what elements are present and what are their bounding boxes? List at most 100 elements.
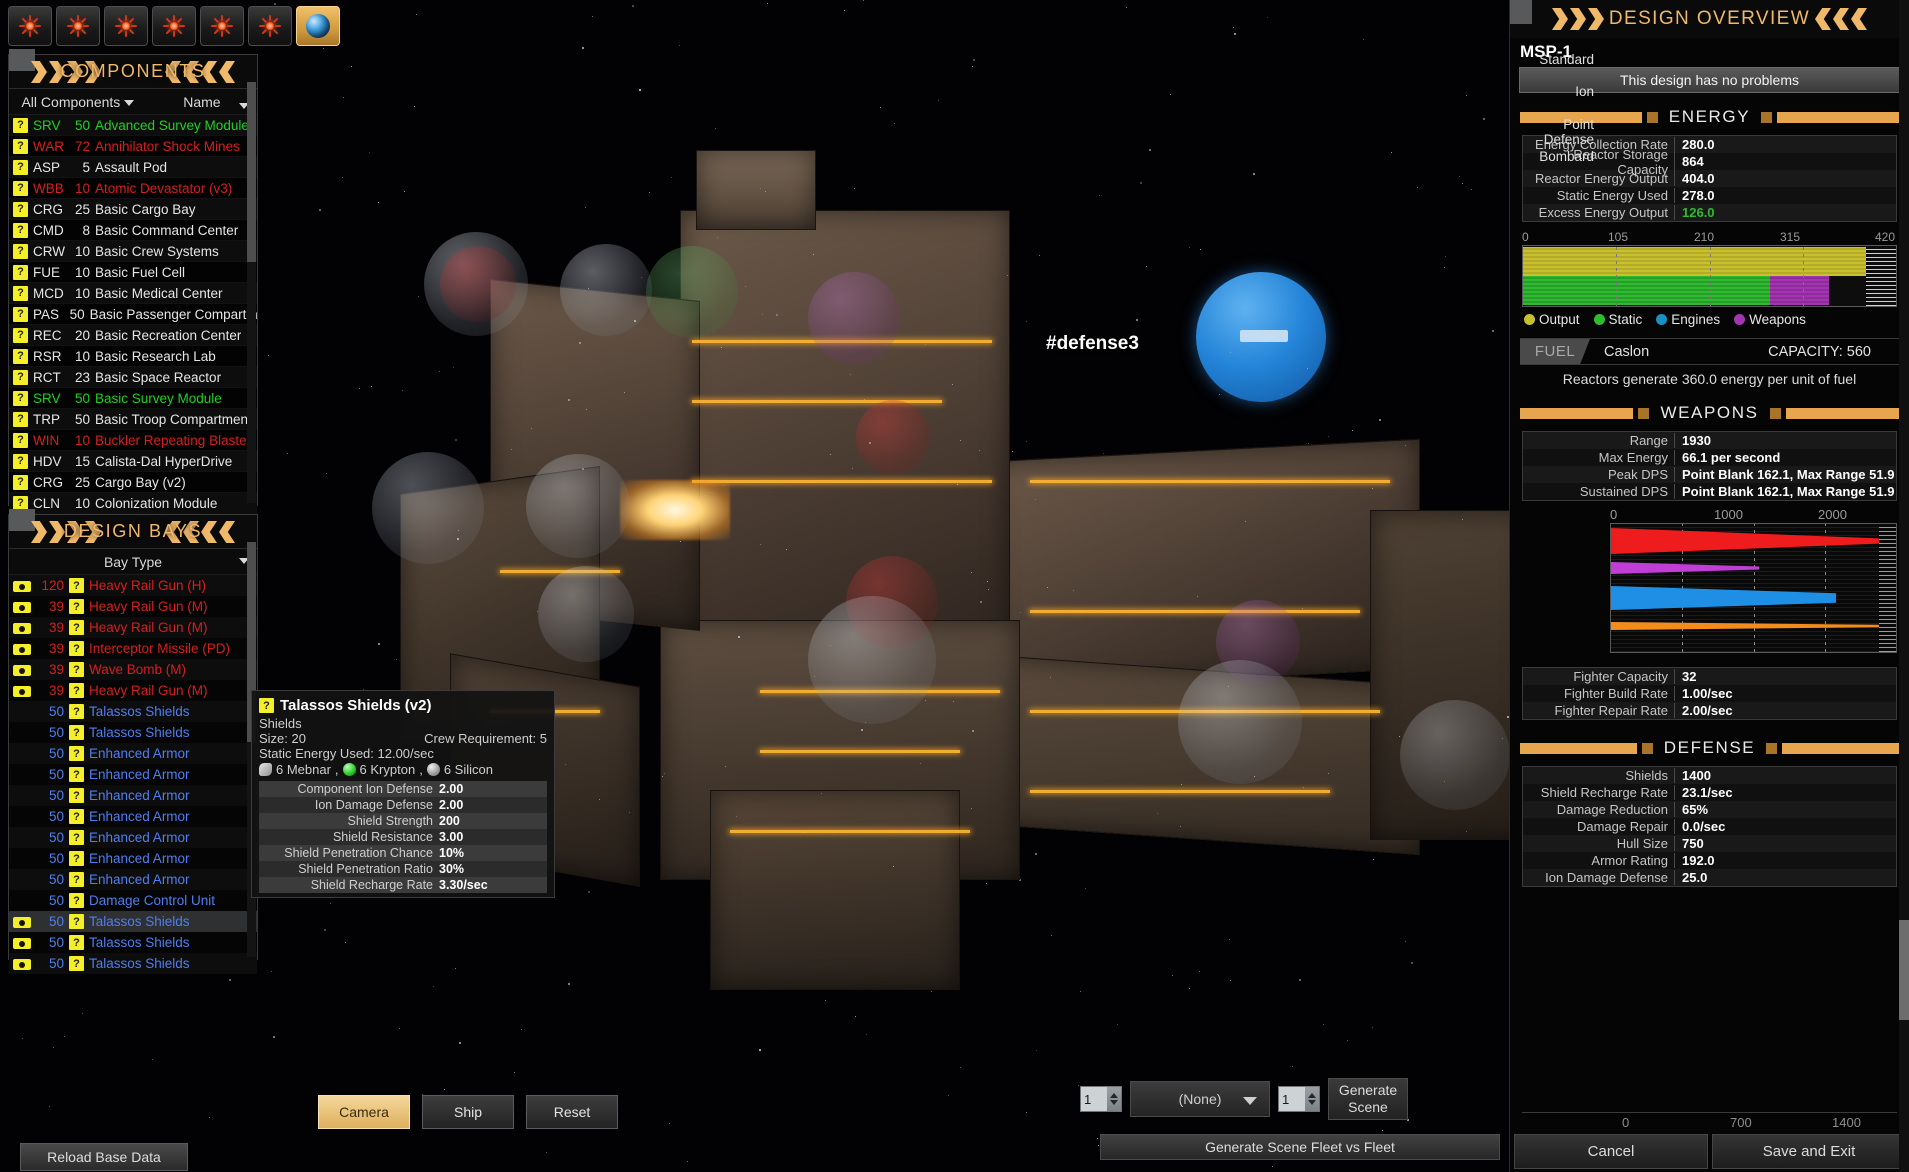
component-row[interactable]: ? MCD 10 Basic Medical Center xyxy=(9,283,257,304)
components-scrollbar[interactable] xyxy=(247,82,256,503)
cancel-button[interactable]: Cancel xyxy=(1514,1134,1708,1169)
help-icon[interactable]: ? xyxy=(69,704,84,719)
help-icon[interactable]: ? xyxy=(13,159,28,175)
help-icon[interactable]: ? xyxy=(13,348,28,364)
empire-icon-6-button[interactable] xyxy=(248,6,292,46)
help-icon[interactable]: ? xyxy=(13,369,28,385)
help-icon[interactable]: ? xyxy=(13,453,28,469)
design-bay-row[interactable]: 50? Enhanced Armor xyxy=(9,827,257,848)
left-count-stepper[interactable]: 1 xyxy=(1080,1086,1122,1112)
component-row[interactable]: ? CLN 10 Colonization Module xyxy=(9,493,257,514)
design-bay-row[interactable]: 50? Talassos Shields xyxy=(9,911,257,932)
help-icon[interactable]: ? xyxy=(13,117,28,133)
help-icon[interactable]: ? xyxy=(69,662,84,677)
components-filter-dropdown[interactable]: All Components xyxy=(9,94,147,110)
reset-button[interactable]: Reset xyxy=(526,1095,618,1129)
design-bay-row[interactable]: 50? Talassos Shields xyxy=(9,953,257,974)
design-bay-row[interactable]: 50? Enhanced Armor xyxy=(9,848,257,869)
component-row[interactable]: ? WIN 10 Buckler Repeating Blaster xyxy=(9,430,257,451)
component-row[interactable]: ? CRW 10 Basic Crew Systems xyxy=(9,241,257,262)
right-count-stepper[interactable]: 1 xyxy=(1278,1086,1320,1112)
components-sort-dropdown[interactable]: Name xyxy=(147,94,257,110)
design-bay-row[interactable]: 50? Talassos Shields xyxy=(9,701,257,722)
component-row[interactable]: ? CMD 8 Basic Command Center xyxy=(9,220,257,241)
component-row[interactable]: ? CRG 25 Basic Cargo Bay xyxy=(9,199,257,220)
overview-scrollbar[interactable] xyxy=(1899,0,1909,1172)
design-bay-row[interactable]: 39? Interceptor Missile (PD) xyxy=(9,638,257,659)
help-icon[interactable]: ? xyxy=(69,788,84,803)
help-icon[interactable]: ? xyxy=(13,201,28,217)
help-icon[interactable]: ? xyxy=(69,914,84,929)
design-bay-row[interactable]: 50? Damage Control Unit xyxy=(9,890,257,911)
design-bays-list[interactable]: 120? Heavy Rail Gun (H) 39? Heavy Rail Gun … xyxy=(9,575,257,989)
empire-icon-4-button[interactable] xyxy=(152,6,196,46)
design-bay-row[interactable]: 39? Wave Bomb (M) xyxy=(9,659,257,680)
left-count-arrows[interactable] xyxy=(1107,1087,1121,1111)
bay-type-dropdown[interactable]: Bay Type xyxy=(9,549,257,575)
component-row[interactable]: ? PAS 50Basic Passenger Compartment xyxy=(9,304,257,325)
help-icon[interactable]: ? xyxy=(69,578,84,593)
right-count-value[interactable]: 1 xyxy=(1279,1087,1305,1111)
component-row[interactable]: ? RSR 10 Basic Research Lab xyxy=(9,346,257,367)
camera-button[interactable]: Camera xyxy=(318,1095,410,1129)
help-icon[interactable]: ? xyxy=(69,683,84,698)
component-row[interactable]: ? FUE 10 Basic Fuel Cell xyxy=(9,262,257,283)
left-count-value[interactable]: 1 xyxy=(1081,1087,1107,1111)
component-row[interactable]: ? WBB 10 Atomic Devastator (v3) xyxy=(9,178,257,199)
help-icon[interactable]: ? xyxy=(13,285,28,301)
empire-icon-3-button[interactable] xyxy=(104,6,148,46)
help-icon[interactable]: ? xyxy=(13,411,28,427)
help-icon[interactable]: ? xyxy=(69,599,84,614)
help-icon[interactable]: ? xyxy=(69,956,84,971)
help-icon[interactable]: ? xyxy=(69,830,84,845)
empire-icon-1-button[interactable] xyxy=(8,6,52,46)
component-row[interactable]: ? TRP 50 Basic Troop Compartment xyxy=(9,409,257,430)
help-icon[interactable]: ? xyxy=(69,767,84,782)
help-icon[interactable]: ? xyxy=(13,390,28,406)
design-bay-row[interactable]: 50? Enhanced Armor xyxy=(9,785,257,806)
help-icon[interactable]: ? xyxy=(69,746,84,761)
help-icon[interactable]: ? xyxy=(13,432,28,448)
design-bay-row[interactable]: 39? Heavy Rail Gun (M) xyxy=(9,596,257,617)
right-count-arrows[interactable] xyxy=(1305,1087,1319,1111)
help-icon[interactable]: ? xyxy=(13,138,28,154)
design-bay-row[interactable]: 50? Enhanced Armor xyxy=(9,743,257,764)
generate-scene-fleet-button[interactable]: Generate Scene Fleet vs Fleet xyxy=(1100,1134,1500,1160)
design-bay-row[interactable]: 50? Enhanced Armor xyxy=(9,764,257,785)
design-bay-row[interactable]: 50? Enhanced Armor xyxy=(9,806,257,827)
help-icon[interactable]: ? xyxy=(13,306,28,322)
design-bay-row[interactable]: 39? Heavy Rail Gun (M) xyxy=(9,617,257,638)
design-bay-row[interactable]: 50? Talassos Shields xyxy=(9,722,257,743)
components-list[interactable]: ? SRV 50 Advanced Survey Module? WAR 72 Annihi… xyxy=(9,115,257,535)
component-row[interactable]: ? ASP 5 Assault Pod xyxy=(9,157,257,178)
help-icon[interactable]: ? xyxy=(13,222,28,238)
help-icon[interactable]: ? xyxy=(69,725,84,740)
component-row[interactable]: ? WAR 72 Annihilator Shock Mines xyxy=(9,136,257,157)
help-icon[interactable]: ? xyxy=(69,872,84,887)
help-icon[interactable]: ? xyxy=(69,809,84,824)
help-icon[interactable]: ? xyxy=(69,620,84,635)
component-row[interactable]: ? HDV 15 Calista-Dal HyperDrive xyxy=(9,451,257,472)
component-row[interactable]: ? SRV 50 Basic Survey Module xyxy=(9,388,257,409)
design-bay-row[interactable]: 50? Talassos Shields xyxy=(9,932,257,953)
component-row[interactable]: ? REC 20 Basic Recreation Center xyxy=(9,325,257,346)
generate-scene-button[interactable]: Generate Scene xyxy=(1328,1078,1408,1120)
scene-select[interactable]: (None) xyxy=(1130,1081,1270,1117)
help-icon[interactable]: ? xyxy=(69,893,84,908)
planet-button[interactable] xyxy=(296,6,340,46)
design-bay-row[interactable]: 39? Heavy Rail Gun (M) xyxy=(9,680,257,701)
component-row[interactable]: ? SRV 50 Advanced Survey Module xyxy=(9,115,257,136)
save-and-exit-button[interactable]: Save and Exit xyxy=(1712,1134,1906,1169)
help-icon[interactable]: ? xyxy=(13,474,28,490)
help-icon[interactable]: ? xyxy=(13,243,28,259)
component-row[interactable]: ? CRG 25 Cargo Bay (v2) xyxy=(9,472,257,493)
help-icon[interactable]: ? xyxy=(13,264,28,280)
design-bay-row[interactable]: 120? Heavy Rail Gun (H) xyxy=(9,575,257,596)
help-icon[interactable]: ? xyxy=(13,327,28,343)
help-icon[interactable]: ? xyxy=(69,851,84,866)
help-icon[interactable]: ? xyxy=(13,180,28,196)
empire-icon-5-button[interactable] xyxy=(200,6,244,46)
help-icon[interactable]: ? xyxy=(69,641,84,656)
component-row[interactable]: ? RCT 23 Basic Space Reactor xyxy=(9,367,257,388)
empire-icon-2-button[interactable] xyxy=(56,6,100,46)
